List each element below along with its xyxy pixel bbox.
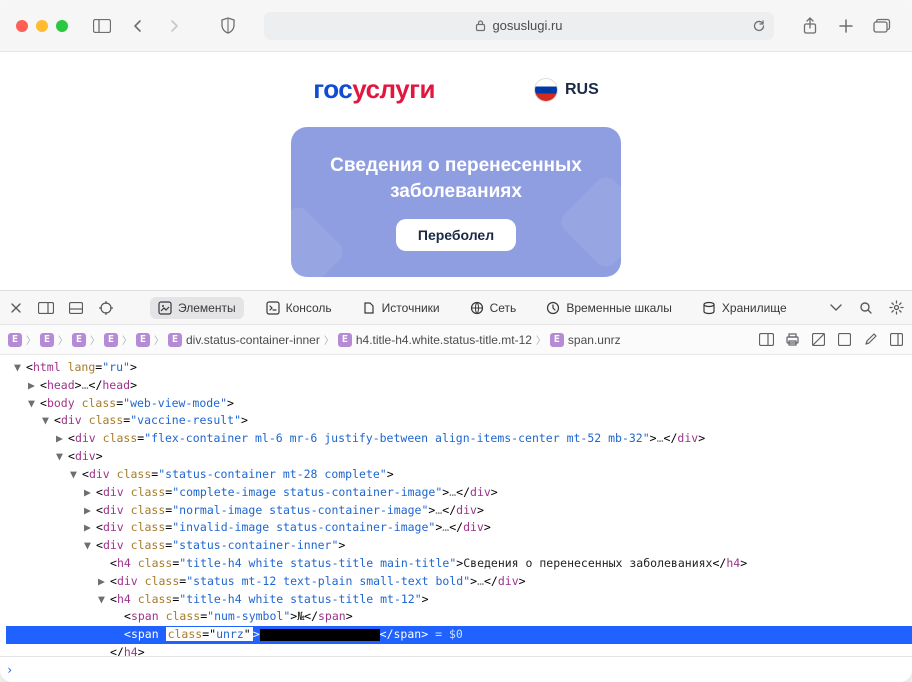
color-scheme-button[interactable]	[810, 332, 826, 348]
breadcrumb-node[interactable]: Ediv.status-container-inner	[168, 333, 320, 347]
reload-button[interactable]	[752, 19, 766, 33]
close-window-button[interactable]	[16, 20, 28, 32]
gosuslugi-logo[interactable]: госуслуги	[313, 74, 435, 105]
card-title-line2: заболеваниях	[330, 179, 582, 205]
card-title-line1: Сведения о перенесенных	[330, 153, 582, 179]
breadcrumb-node[interactable]: Eh4.title-h4.white.status-title.mt-12	[338, 333, 532, 347]
print-styles-button[interactable]	[784, 332, 800, 348]
settings-button[interactable]	[888, 300, 904, 316]
breadcrumb-node[interactable]: E	[72, 333, 86, 347]
tab-elements[interactable]: Элементы	[150, 297, 244, 319]
dock-bottom-button[interactable]	[68, 300, 84, 316]
address-domain: gosuslugi.ru	[492, 18, 562, 33]
language-switch[interactable]: RUS	[535, 79, 599, 101]
share-button[interactable]	[796, 12, 824, 40]
tab-sources[interactable]: Источники	[354, 297, 448, 319]
breadcrumb-node[interactable]: E	[40, 333, 54, 347]
language-label: RUS	[565, 81, 599, 99]
minimize-window-button[interactable]	[36, 20, 48, 32]
layout-pane-button[interactable]	[758, 332, 774, 348]
tab-timelines[interactable]: Временные шкалы	[538, 297, 680, 319]
nav-back-button[interactable]	[124, 12, 152, 40]
more-tabs-button[interactable]	[828, 300, 844, 316]
breadcrumb-node[interactable]: Espan.unrz	[550, 333, 621, 347]
force-state-button[interactable]	[836, 332, 852, 348]
maximize-window-button[interactable]	[56, 20, 68, 32]
tab-console[interactable]: Консоль	[258, 297, 340, 319]
flag-icon	[535, 79, 557, 101]
dom-tree[interactable]: ▼<html lang="ru">▶<head>…</head>▼<body c…	[0, 355, 912, 656]
privacy-report-button[interactable]	[214, 12, 242, 40]
nav-forward-button[interactable]	[160, 12, 188, 40]
console-prompt[interactable]: ›	[0, 656, 912, 682]
recovered-button[interactable]: Переболел	[396, 219, 516, 251]
breadcrumb-node[interactable]: E	[8, 333, 22, 347]
breadcrumb-node[interactable]: E	[136, 333, 150, 347]
close-devtools-button[interactable]	[8, 300, 24, 316]
diseases-info-card: Сведения о перенесенных заболеваниях Пер…	[291, 127, 621, 277]
lock-icon	[475, 19, 486, 32]
breadcrumb-node[interactable]: E	[104, 333, 118, 347]
address-bar[interactable]: gosuslugi.ru	[264, 12, 774, 40]
edit-button[interactable]	[862, 332, 878, 348]
tab-network[interactable]: Сеть	[462, 297, 525, 319]
element-picker-button[interactable]	[98, 300, 114, 316]
tabs-overview-button[interactable]	[868, 12, 896, 40]
dock-side-button[interactable]	[38, 300, 54, 316]
new-tab-button[interactable]	[832, 12, 860, 40]
search-button[interactable]	[858, 300, 874, 316]
sidebar-toggle-button[interactable]	[88, 12, 116, 40]
tab-storage[interactable]: Хранилище	[694, 297, 795, 319]
styles-pane-button[interactable]	[888, 332, 904, 348]
